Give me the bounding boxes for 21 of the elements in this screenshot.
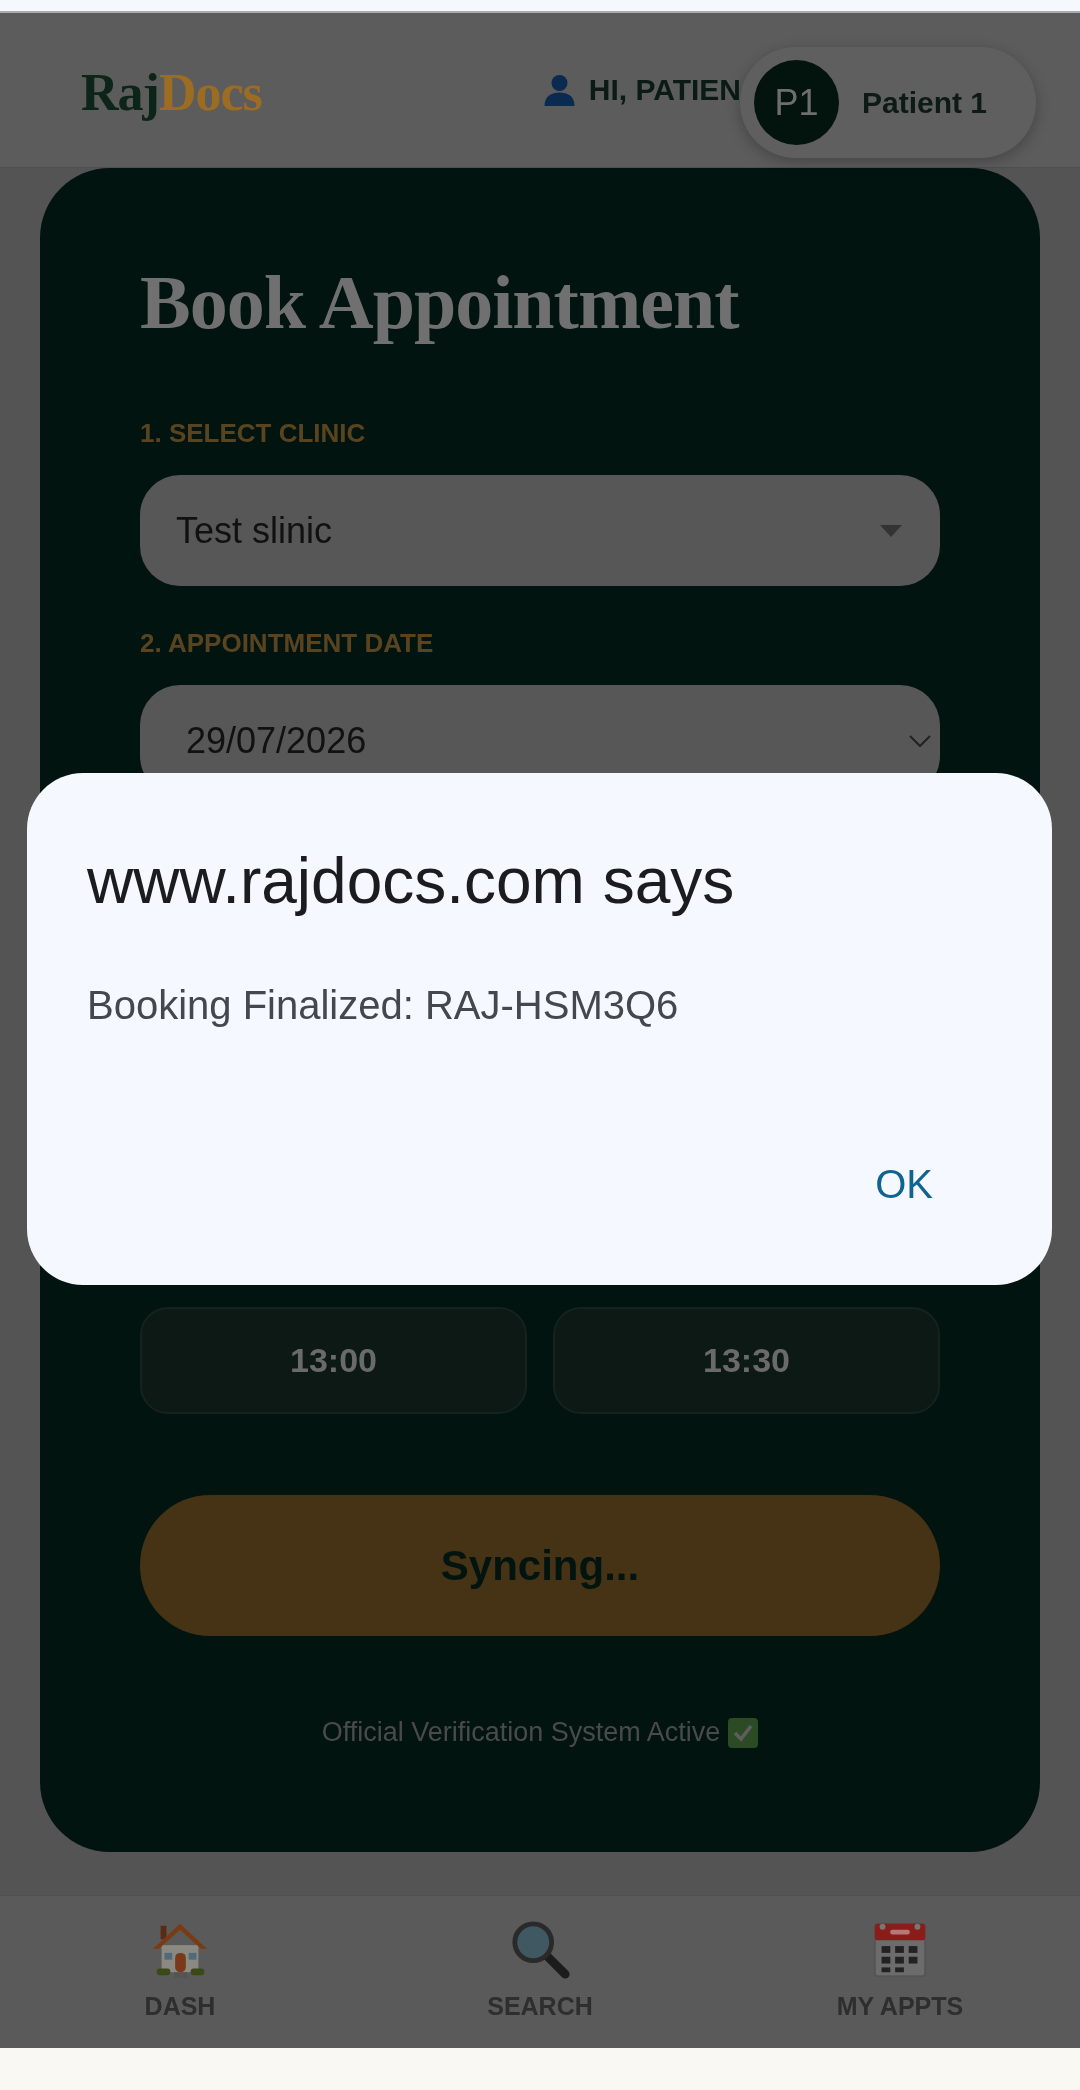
field-label: 2. APPOINTMENT DATE — [140, 628, 435, 658]
submit-button[interactable]: Syncing... — [140, 1495, 940, 1636]
person-icon — [542, 74, 576, 106]
verification-note: Official Verification System Active — [321, 1717, 721, 1748]
dialog-message: Booking Finalized: RAJ-HSM3Q6 — [87, 982, 680, 1028]
chevron-icon — [909, 734, 931, 747]
profile-name: Patient 1 — [862, 85, 988, 120]
dialog-title: www.rajdocs.com says — [87, 844, 736, 918]
ok-button[interactable]: OK — [847, 1147, 961, 1221]
time-slot[interactable]: 13:30 — [553, 1307, 940, 1414]
logo[interactable]: RajDocs — [81, 62, 262, 122]
time-slot[interactable]: 13:00 — [140, 1307, 527, 1414]
profile-chip[interactable]: P1 Patient 1 — [740, 47, 1036, 158]
card-title: Book Appointment — [140, 260, 741, 344]
search-icon — [509, 1918, 571, 1980]
greeting-text: HI, PATIEN — [588, 73, 741, 107]
field-label: 1. SELECT CLINIC — [140, 418, 367, 448]
check-icon — [728, 1717, 759, 1748]
caret-icon — [880, 524, 902, 537]
avatar: P1 — [754, 60, 839, 145]
clinic-select[interactable]: Test slinic — [140, 475, 940, 586]
